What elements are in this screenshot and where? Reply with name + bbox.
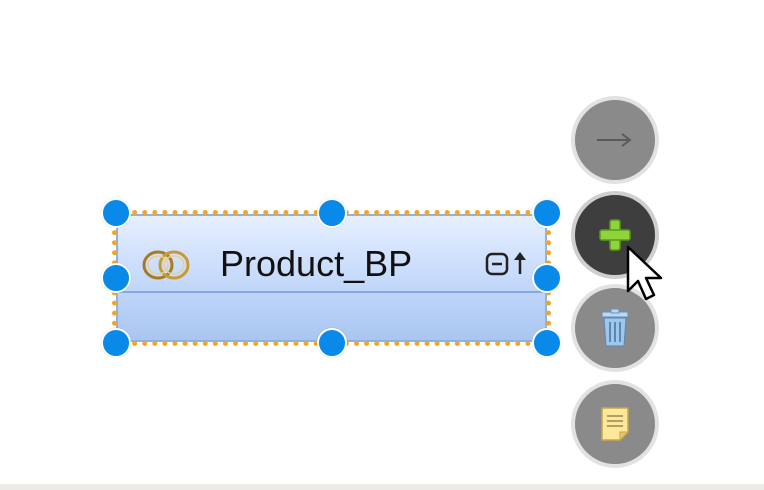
resize-handle-top-right[interactable] bbox=[532, 198, 562, 228]
note-icon bbox=[600, 406, 630, 442]
connect-button[interactable] bbox=[571, 96, 659, 184]
add-button[interactable] bbox=[571, 191, 659, 279]
bottom-edge bbox=[0, 484, 764, 490]
linked-rings-icon bbox=[140, 249, 192, 281]
diagram-canvas[interactable]: Product_BP bbox=[0, 0, 764, 490]
collapse-toggle-icon[interactable] bbox=[484, 250, 530, 278]
resize-handle-top-left[interactable] bbox=[101, 198, 131, 228]
resize-handle-left[interactable] bbox=[101, 263, 131, 293]
resize-handle-bottom[interactable] bbox=[317, 328, 347, 358]
entity-name: Product_BP bbox=[220, 243, 413, 284]
plus-icon bbox=[597, 217, 633, 253]
entity-node[interactable]: Product_BP bbox=[116, 214, 547, 342]
resize-handle-bottom-left[interactable] bbox=[101, 328, 131, 358]
delete-button[interactable] bbox=[571, 284, 659, 372]
arrow-right-icon bbox=[595, 130, 635, 150]
trash-icon bbox=[598, 308, 632, 348]
resize-handle-right[interactable] bbox=[532, 263, 562, 293]
resize-handle-bottom-right[interactable] bbox=[532, 328, 562, 358]
resize-handle-top[interactable] bbox=[317, 198, 347, 228]
note-button[interactable] bbox=[571, 380, 659, 468]
entity-divider bbox=[118, 291, 545, 293]
